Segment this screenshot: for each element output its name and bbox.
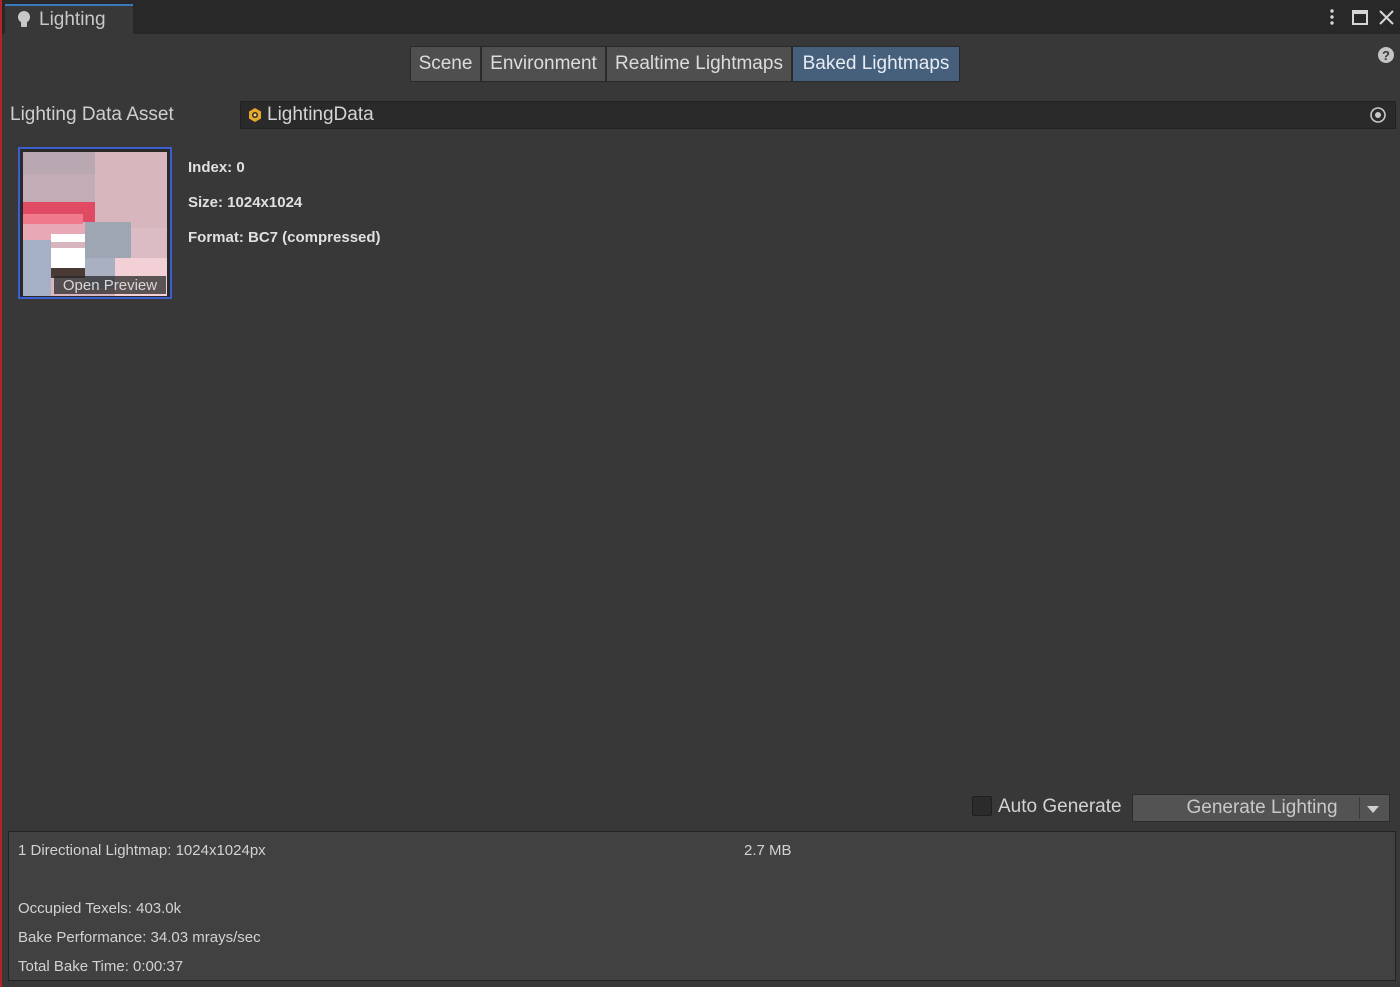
button-divider [1359,797,1360,819]
tab-realtime-lightmaps[interactable]: Realtime Lightmaps [606,46,792,82]
tab-baked-lightmaps[interactable]: Baked Lightmaps [792,46,960,82]
bake-performance-stat: Bake Performance: 34.03 mrays/sec [18,929,261,946]
directional-lightmap-stat: 1 Directional Lightmap: 1024x1024px [18,842,266,859]
lightmap-memory-stat: 2.7 MB [744,842,792,859]
lighting-window: Lighting ? Scene Environment Realtime Li… [0,0,1400,987]
more-options-icon[interactable] [1324,6,1340,28]
auto-generate-label: Auto Generate [998,796,1122,817]
lightmap-format: Format: BC7 (compressed) [188,229,381,246]
close-icon[interactable] [1376,6,1396,28]
tab-environment[interactable]: Environment [481,46,606,82]
lightmap-thumbnail[interactable]: Open Preview [18,147,172,299]
lighting-data-icon [249,108,261,122]
lighting-tabs: Scene Environment Realtime Lightmaps Bak… [410,46,960,82]
title-bar: Lighting [2,0,1400,34]
chevron-down-icon[interactable] [1367,806,1379,813]
lighting-data-asset-field[interactable]: LightingData [240,101,1396,129]
maximize-icon[interactable] [1350,6,1370,28]
bake-statistics-panel: 1 Directional Lightmap: 1024x1024px 2.7 … [8,831,1396,981]
total-bake-time-stat: Total Bake Time: 0:00:37 [18,958,184,975]
lightbulb-icon [18,11,30,27]
auto-generate-checkbox[interactable] [972,796,992,816]
window-tab-label: Lighting [39,9,106,30]
lightmap-size: Size: 1024x1024 [188,194,303,211]
generate-lighting-label: Generate Lighting [1186,797,1338,818]
lightmap-preview-image [23,152,167,296]
tab-scene[interactable]: Scene [410,46,481,82]
open-preview-button[interactable]: Open Preview [54,276,166,294]
help-icon[interactable]: ? [1378,47,1394,63]
object-picker-icon[interactable] [1369,106,1387,124]
lighting-data-asset-label: Lighting Data Asset [10,104,174,125]
lighting-data-asset-value: LightingData [267,104,374,125]
window-tab-lighting[interactable]: Lighting [5,4,133,34]
generate-lighting-button[interactable]: Generate Lighting [1132,794,1390,822]
lightmap-index: Index: 0 [188,159,245,176]
occupied-texels-stat: Occupied Texels: 403.0k [18,900,182,917]
